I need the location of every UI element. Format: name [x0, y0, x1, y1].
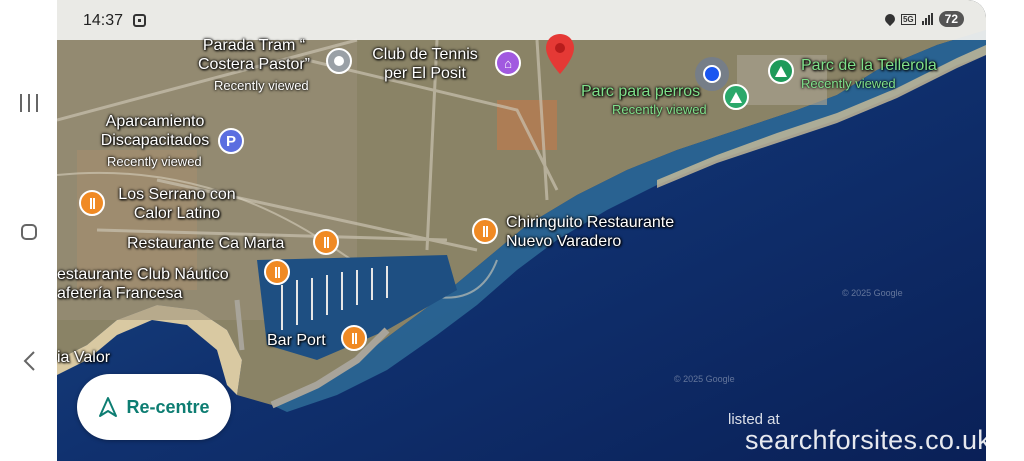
place-name-line2: Costera Pastor” — [197, 56, 311, 73]
place-valor[interactable]: ia Valor — [57, 348, 110, 367]
map-copyright: © 2025 Google — [674, 374, 735, 384]
map-view[interactable]: 14:37 5G 72 Parada Tram “ Costera Pastor… — [57, 0, 986, 461]
place-name-line2: Nuevo Varadero — [506, 233, 622, 250]
restaurant-icon[interactable] — [472, 218, 498, 244]
place-name-line2: afetería Francesa — [57, 285, 183, 302]
location-icon — [882, 11, 898, 27]
navigation-arrow-icon — [99, 397, 118, 417]
status-time: 14:37 — [83, 12, 124, 29]
tree-icon[interactable] — [768, 58, 794, 84]
network-type: 5G — [900, 13, 916, 25]
recentre-button[interactable]: Re-centre — [77, 374, 231, 440]
status-bar: 14:37 5G 72 — [57, 0, 986, 40]
restaurant-icon[interactable] — [313, 229, 339, 255]
place-note: Recently viewed — [801, 76, 896, 91]
home-icon[interactable] — [14, 217, 44, 247]
screen-edge — [986, 0, 1024, 461]
place-name-line2: Calor Latino — [133, 205, 221, 222]
place-note: Recently viewed — [612, 102, 707, 117]
place-tennis[interactable]: Club de Tennis per El Posit — [360, 45, 490, 83]
place-serrano[interactable]: Los Serrano con Calor Latino — [107, 185, 247, 223]
place-name-line1: Club de Tennis — [372, 46, 478, 63]
restaurant-icon[interactable] — [264, 259, 290, 285]
place-name-line1: Los Serrano con — [118, 186, 236, 203]
place-note: Recently viewed — [107, 154, 202, 169]
tree-icon[interactable] — [723, 84, 749, 110]
place-name-line1: estaurante Club Náutico — [57, 266, 229, 283]
place-tram-stop[interactable]: Parada Tram “ Costera Pastor” — [189, 36, 319, 74]
restaurant-icon[interactable] — [341, 325, 367, 351]
place-name-line2: per El Posit — [384, 65, 466, 82]
red-location-pin-icon[interactable] — [544, 33, 576, 75]
place-dog-park[interactable]: Parc para perros — [581, 82, 700, 101]
map-copyright: © 2025 Google — [842, 288, 903, 298]
back-icon[interactable] — [14, 346, 44, 376]
place-name-line1: Chiringuito Restaurante — [506, 214, 675, 231]
place-note: Recently viewed — [214, 78, 309, 93]
place-name-line1: Parada Tram “ — [202, 37, 306, 54]
recentre-label: Re-centre — [126, 396, 210, 417]
place-parking[interactable]: Aparcamiento Discapacitados — [77, 112, 233, 150]
place-chiringuito[interactable]: Chiringuito Restaurante Nuevo Varadero — [506, 213, 674, 251]
place-ca-marta[interactable]: Restaurante Ca Marta — [127, 234, 284, 253]
my-location-icon[interactable] — [703, 65, 721, 83]
status-icons: 5G 72 — [882, 11, 964, 27]
navigation-bar — [0, 0, 57, 461]
watermark-site: searchforsites.co.uk — [745, 425, 986, 455]
restaurant-icon[interactable] — [79, 190, 105, 216]
place-bar-port[interactable]: Bar Port — [267, 331, 326, 350]
place-name-line1: Aparcamiento — [105, 113, 205, 130]
sports-club-icon[interactable]: ⌂ — [495, 50, 521, 76]
recents-icon[interactable] — [14, 88, 44, 118]
place-tellerola[interactable]: Parc de la Tellerola — [801, 56, 937, 75]
place-name-line2: Discapacitados — [100, 132, 210, 149]
place-club-nautico[interactable]: estaurante Club Náutico afetería Frances… — [57, 265, 229, 303]
signal-icon — [921, 13, 933, 25]
battery-level: 72 — [938, 11, 964, 27]
transit-icon[interactable] — [326, 48, 352, 74]
parking-icon[interactable]: P — [218, 128, 244, 154]
screenshot-icon — [133, 14, 146, 27]
